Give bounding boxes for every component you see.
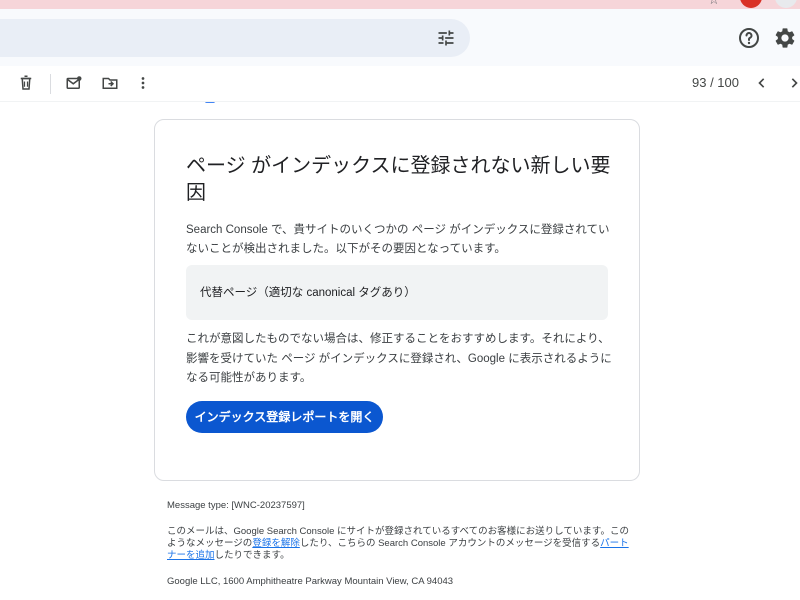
- chevron-right-icon[interactable]: [784, 73, 800, 93]
- notification-card: ページ がインデックスに登録されない新しい要因 Search Console で…: [154, 119, 640, 481]
- chevron-left-icon[interactable]: [752, 73, 772, 93]
- email-intro: Search Console で、貴サイトのいくつかの ページ がインデックスに…: [186, 224, 610, 255]
- message-toolbar: 93 / 100: [0, 66, 800, 102]
- page-count: 93 / 100: [692, 75, 739, 90]
- footer-note-part2: したり、こちらの Search Console アカウントのメッセージを受信する: [299, 538, 601, 549]
- help-icon[interactable]: [737, 26, 761, 50]
- reason-text: 代替ページ（適切な canonical タグあり）: [200, 287, 416, 299]
- extension-icon[interactable]: [740, 0, 762, 8]
- toolbar-divider: [50, 74, 51, 94]
- trash-icon[interactable]: [17, 74, 35, 92]
- more-vert-icon[interactable]: [134, 74, 152, 92]
- message-body: ページ がインデックスに登録されない新しい要因 Search Console で…: [0, 102, 800, 600]
- logo-fragment: [205, 102, 215, 103]
- footer-address: Google LLC, 1600 Amphitheatre Parkway Mo…: [167, 576, 454, 587]
- email-advice: これが意図したものでない場合は、修正することをおすすめします。それにより、影響を…: [186, 333, 612, 384]
- unsubscribe-link[interactable]: 登録を解除: [252, 538, 300, 549]
- email-footer: Message type: [WNC-20237597] このメールは、Goog…: [167, 500, 637, 587]
- mark-unread-icon[interactable]: [65, 74, 83, 92]
- footer-note-part3: したりできます。: [214, 550, 290, 561]
- gear-icon[interactable]: [773, 26, 797, 50]
- bookmark-star-icon[interactable]: ☆: [708, 0, 720, 8]
- open-indexing-report-button[interactable]: インデックス登録レポートを開く: [186, 401, 383, 433]
- gmail-header: [0, 9, 800, 66]
- search-bar[interactable]: [0, 19, 470, 57]
- email-title: ページ がインデックスに登録されない新しい要因: [186, 155, 611, 204]
- message-type: Message type: [WNC-20237597]: [167, 500, 305, 511]
- tune-icon[interactable]: [436, 28, 456, 48]
- reason-box: 代替ページ（適切な canonical タグあり）: [186, 265, 608, 320]
- footer-note: このメールは、Google Search Console にサイトが登録されてい…: [167, 526, 637, 562]
- browser-chrome-strip: ☆: [0, 0, 800, 9]
- profile-avatar[interactable]: [775, 0, 797, 8]
- move-to-icon[interactable]: [101, 74, 119, 92]
